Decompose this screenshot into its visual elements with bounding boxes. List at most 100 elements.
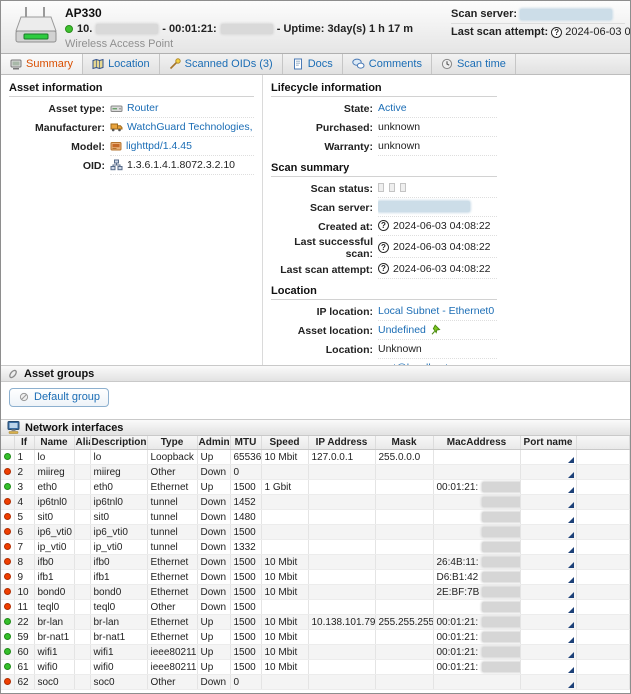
corner-marker-icon[interactable] — [567, 517, 574, 523]
cell-speed — [261, 494, 309, 510]
cell-mtu: 1500 — [230, 524, 262, 540]
redacted-mac — [220, 24, 273, 34]
last-scan-row: Last scan attempt: 2024-06-03 04:08:22 — [451, 25, 630, 41]
tab-comments[interactable]: Comments — [343, 54, 432, 74]
cell-speed — [261, 509, 309, 525]
field-value-text[interactable]: Undefined — [378, 324, 426, 336]
scan-summary-fields: Scan status: Scan server: Created at: 2024-… — [271, 179, 497, 279]
asset-group-button-default-group[interactable]: Default group — [9, 388, 110, 407]
column-header-speed[interactable]: Speed — [261, 436, 309, 450]
field-value-text[interactable]: lighttpd/1.4.45 — [126, 140, 192, 152]
corner-marker-icon[interactable] — [567, 457, 574, 463]
column-header-port-name[interactable]: Port name — [520, 436, 577, 450]
column-header-admin[interactable]: Admin — [197, 436, 231, 450]
field-value-text[interactable]: Router — [127, 102, 159, 114]
corner-marker-icon[interactable] — [567, 637, 574, 643]
corner-marker-icon[interactable] — [567, 592, 574, 598]
cell-port-name — [520, 674, 577, 690]
corner-marker-icon[interactable] — [567, 547, 574, 553]
corner-marker-icon[interactable] — [567, 682, 574, 688]
column-header-mask[interactable]: Mask — [375, 436, 434, 450]
help-icon[interactable] — [378, 220, 389, 231]
tab-summary[interactable]: Summary — [1, 54, 84, 74]
cell-ip-address — [308, 464, 376, 480]
corner-marker-icon[interactable] — [567, 562, 574, 568]
cell-ip-address — [308, 584, 376, 600]
tab-scanned-oids-3[interactable]: Scanned OIDs (3) — [160, 54, 283, 74]
field-row-asset-location: Asset location: Undefined — [271, 321, 497, 340]
column-header-name[interactable]: Name — [34, 436, 75, 450]
corner-marker-icon[interactable] — [567, 487, 574, 493]
interface-row-wifi1: 60 wifi1 wifi1 ieee80211 Up 1500 10 Mbit 00:01:… — [1, 644, 630, 660]
corner-marker-icon[interactable] — [567, 577, 574, 583]
field-value-text[interactable]: Local Subnet - Ethernet0 — [378, 305, 494, 317]
lifecycle-fields: State: Active Purchased: unknown Warranty: un… — [271, 99, 497, 156]
corner-marker-icon[interactable] — [567, 472, 574, 478]
cell-type: tunnel — [147, 509, 198, 525]
cell-if: 6 — [14, 524, 35, 540]
column-header-status[interactable] — [1, 436, 15, 450]
cell-type: Ethernet — [147, 569, 198, 585]
scan-server-row: Scan server: — [451, 7, 625, 24]
interface-row-lo: 1 lo lo Loopback Up 65536 10 Mbit 127.0.0.1 255.… — [1, 449, 630, 465]
corner-marker-icon[interactable] — [567, 667, 574, 673]
field-value: Local Subnet - Ethernet0 — [378, 302, 497, 321]
field-value: 2024-06-03 04:08:22 — [378, 217, 497, 236]
cell-alias — [74, 509, 91, 525]
corner-marker-icon[interactable] — [567, 652, 574, 658]
scan-summary-title: Scan summary — [271, 159, 497, 177]
column-header-ip-address[interactable]: IP Address — [308, 436, 376, 450]
help-icon[interactable] — [378, 263, 389, 274]
cell-trailing — [576, 539, 630, 555]
field-label: Manufacturer: — [34, 121, 105, 134]
corner-marker-icon[interactable] — [567, 532, 574, 538]
field-value-text[interactable]: WatchGuard Technologies, Inc. — [127, 121, 254, 133]
corner-marker-icon[interactable] — [567, 502, 574, 508]
column-header-type[interactable]: Type — [147, 436, 198, 450]
field-value-text[interactable]: Active — [378, 102, 407, 114]
asset-groups-body: Default group — [1, 382, 630, 419]
cell-alias — [74, 629, 91, 645]
cell-mac-address — [433, 674, 521, 690]
column-header-if[interactable]: If — [14, 436, 35, 450]
cell-description: eth0 — [90, 479, 148, 495]
field-row-asset-type: Asset type: Router — [9, 99, 254, 118]
cell-trailing — [576, 629, 630, 645]
tab-scan-time[interactable]: Scan time — [432, 54, 516, 74]
column-header-description[interactable]: Description — [90, 436, 148, 450]
cell-name: wifi0 — [34, 659, 75, 675]
cell-if: 11 — [14, 599, 35, 615]
field-value-text: 1.3.6.1.4.1.8072.3.2.10 — [127, 158, 236, 171]
cell-mask — [375, 629, 434, 645]
cell-mac-address — [433, 449, 521, 465]
cell-status — [1, 629, 15, 645]
scan-info-block: Scan server: Last scan attempt: 2024-06-… — [451, 7, 630, 41]
cell-if: 22 — [14, 614, 35, 630]
cell-status — [1, 569, 15, 585]
cell-admin: Down — [197, 539, 231, 555]
cell-speed — [261, 524, 309, 540]
lifecycle-panel: Lifecycle information State: Active Purcha… — [263, 75, 503, 365]
corner-marker-icon[interactable] — [567, 607, 574, 613]
help-icon[interactable] — [378, 241, 389, 253]
cell-mtu: 1500 — [230, 554, 262, 570]
cell-status — [1, 644, 15, 660]
field-label: Warranty: — [324, 140, 373, 153]
redacted-mac — [481, 496, 519, 507]
column-header-mtu[interactable]: MTU — [230, 436, 262, 450]
redacted-mac — [481, 481, 519, 492]
field-value-text[interactable]: root@localhost — [378, 362, 448, 366]
cell-name: eth0 — [34, 479, 75, 495]
redacted-mac — [481, 601, 519, 612]
help-icon[interactable] — [551, 26, 563, 38]
cell-name: br-nat1 — [34, 629, 75, 645]
cell-admin: Down — [197, 674, 231, 690]
column-header-macaddress[interactable]: MacAddress — [433, 436, 521, 450]
pin-icon[interactable] — [430, 323, 442, 336]
tab-location[interactable]: Location — [83, 54, 160, 74]
tab-docs[interactable]: Docs — [283, 54, 343, 74]
cell-description: ip6_vti0 — [90, 524, 148, 540]
column-header-alias[interactable]: Alias — [74, 436, 91, 450]
corner-marker-icon[interactable] — [567, 622, 574, 628]
tab-label: Summary — [26, 58, 74, 70]
